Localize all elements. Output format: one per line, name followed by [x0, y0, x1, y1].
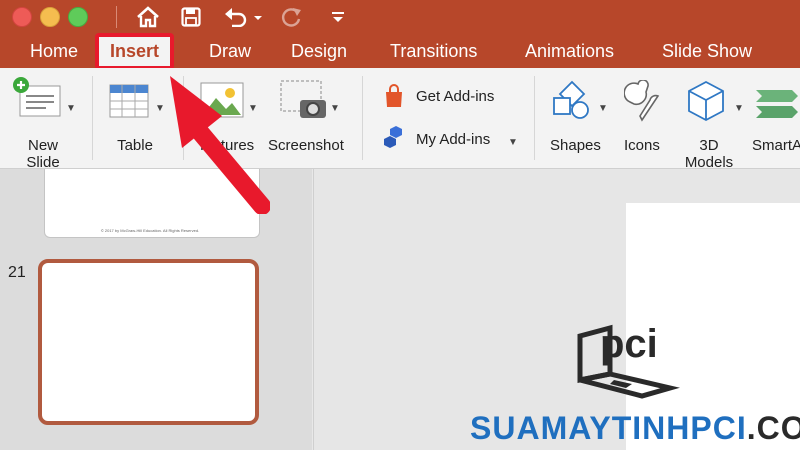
title-bar	[0, 0, 800, 35]
shapes-label: Shapes	[550, 137, 601, 154]
my-addins-button[interactable]: My Add-ins ▼	[382, 126, 522, 152]
ribbon-insert: ▼ New Slide ▼ Table ▼ Pictures ▼ Screens…	[0, 68, 800, 171]
watermark-url: SUAMAYTINHPCI.COM	[470, 410, 800, 447]
tab-slide-show[interactable]: Slide Show	[662, 35, 752, 68]
screenshot-label: Screenshot	[268, 137, 344, 154]
screenshot-icon	[280, 80, 326, 118]
home-icon[interactable]	[134, 4, 162, 30]
red-arrow-annotation	[170, 76, 270, 214]
cube-icon	[688, 80, 724, 122]
shapes-button[interactable]: ▼ Shapes	[546, 76, 612, 156]
minimize-window-button[interactable]	[40, 7, 60, 27]
table-label: Table	[117, 137, 153, 154]
tab-insert[interactable]: Insert	[94, 33, 175, 70]
tab-draw[interactable]: Draw	[209, 35, 251, 68]
smartart-icon	[756, 90, 798, 118]
tab-animations[interactable]: Animations	[525, 35, 614, 68]
ribbon-tabs: Home Insert Draw Design Transitions Anim…	[0, 33, 800, 70]
3d-models-button[interactable]: ▼ 3D Models	[680, 76, 746, 171]
new-slide-button[interactable]: ▼ New Slide	[8, 76, 80, 171]
tab-design[interactable]: Design	[291, 35, 347, 68]
ribbon-divider	[92, 76, 93, 160]
redo-icon[interactable]	[280, 4, 304, 30]
save-icon[interactable]	[178, 4, 204, 30]
ribbon-divider	[362, 76, 363, 160]
icons-icon	[624, 80, 660, 122]
icons-button[interactable]: Icons	[618, 76, 672, 156]
screenshot-button[interactable]: ▼ Screenshot	[266, 76, 350, 156]
chevron-down-icon: ▼	[330, 103, 340, 114]
my-addins-icon	[384, 126, 402, 148]
store-bag-icon	[386, 84, 402, 107]
tab-home[interactable]: Home	[30, 35, 78, 68]
icons-label: Icons	[624, 137, 660, 154]
ribbon-divider	[534, 76, 535, 160]
undo-icon[interactable]	[222, 4, 262, 30]
tab-transitions[interactable]: Transitions	[390, 35, 477, 68]
table-icon	[109, 84, 149, 118]
watermark-url-main: SUAMAYTINHPCI	[470, 410, 747, 446]
slide-thumbnail-21-selected[interactable]	[38, 259, 259, 425]
close-window-button[interactable]	[12, 7, 32, 27]
thumbnail-footer-text: © 2017 by McGraw-Hill Education. All Rig…	[100, 228, 200, 233]
chevron-down-icon: ▼	[734, 103, 744, 114]
smartart-button[interactable]: SmartA	[752, 76, 800, 156]
get-addins-button[interactable]: Get Add-ins	[382, 84, 522, 110]
my-addins-label: My Add-ins	[416, 131, 491, 148]
shapes-icon	[553, 80, 589, 119]
zoom-window-button[interactable]	[68, 7, 88, 27]
3d-models-label-line1: 3D	[699, 137, 719, 154]
new-slide-icon	[13, 77, 61, 117]
chevron-down-icon: ▼	[598, 103, 608, 114]
slide-number-21: 21	[8, 264, 26, 281]
chevron-down-icon: ▼	[66, 103, 76, 114]
customize-icon[interactable]	[330, 4, 346, 30]
titlebar-divider	[116, 6, 117, 28]
smartart-label: SmartA	[752, 137, 800, 154]
watermark-brand-text: pci	[600, 322, 658, 366]
watermark-url-domain: .COM	[746, 410, 800, 446]
get-addins-label: Get Add-ins	[416, 88, 495, 105]
chevron-down-icon: ▼	[508, 137, 518, 148]
new-slide-label-line1: New	[27, 137, 58, 154]
